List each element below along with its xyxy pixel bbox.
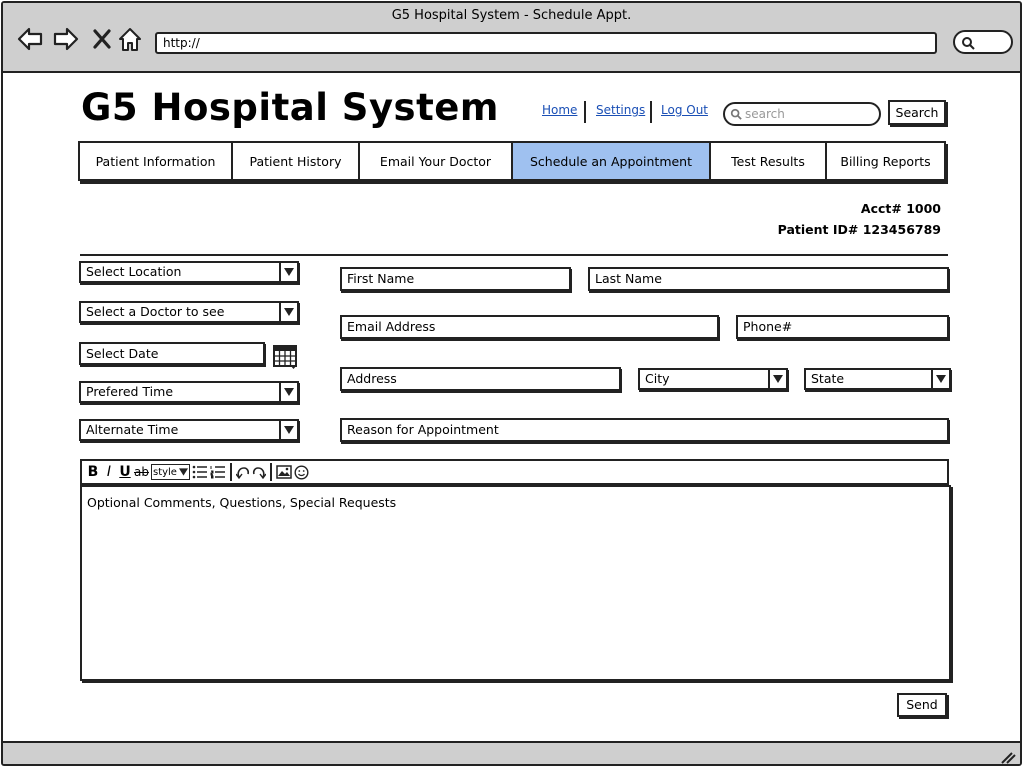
chevron-down-icon [279,383,297,401]
city-select-value: City [645,371,670,386]
search-icon [962,37,975,50]
bold-icon[interactable]: B [86,462,100,482]
tab-email-your-doctor[interactable]: Email Your Doctor [360,143,513,179]
city-select[interactable]: City [638,368,788,390]
email-field[interactable]: Email Address [340,315,719,339]
style-dropdown-label: style [152,466,177,478]
reason-field[interactable]: Reason for Appointment [340,418,949,442]
home-icon[interactable] [115,24,145,54]
location-select-value: Select Location [86,264,182,279]
tab-test-results[interactable]: Test Results [711,143,827,179]
editor-toolbar: B I U ab style [80,459,949,485]
home-link[interactable]: Home [542,103,577,117]
preferred-time-select[interactable]: Prefered Time [79,381,299,403]
preferred-time-value: Prefered Time [86,384,174,399]
resize-grip-icon[interactable] [1000,750,1016,764]
chevron-down-icon [279,263,297,281]
tab-billing-reports[interactable]: Billing Reports [827,143,944,179]
comments-editor[interactable]: Optional Comments, Questions, Special Re… [80,485,951,681]
forward-arrow-icon[interactable] [51,24,81,54]
browser-toolbar: G5 Hospital System - Schedule Appt. http… [3,3,1020,73]
stop-icon[interactable] [87,24,117,54]
window-title: G5 Hospital System - Schedule Appt. [391,8,632,23]
site-brand: G5 Hospital System [81,86,499,129]
main-tabs: Patient Information Patient History Emai… [78,141,946,181]
settings-link[interactable]: Settings [596,103,645,117]
search-icon [730,108,742,120]
doctor-select-value: Select a Doctor to see [86,304,225,319]
alternate-time-value: Alternate Time [86,422,179,437]
browser-window: G5 Hospital System - Schedule Appt. http… [1,1,1022,766]
first-name-field[interactable]: First Name [340,267,571,291]
tab-patient-history[interactable]: Patient History [233,143,360,179]
doctor-select[interactable]: Select a Doctor to see [79,301,299,323]
emoji-icon[interactable] [294,462,309,482]
toolbar-divider [229,463,232,481]
tab-schedule-appointment[interactable]: Schedule an Appointment [513,143,711,179]
address-field[interactable]: Address [340,367,621,391]
phone-field[interactable]: Phone# [736,315,949,339]
state-select-value: State [811,371,845,386]
chevron-down-icon [178,468,188,476]
toolbar-divider [269,463,272,481]
alternate-time-select[interactable]: Alternate Time [79,419,299,441]
image-icon[interactable] [276,462,292,482]
search-placeholder: search [745,107,785,121]
bullet-list-icon[interactable] [192,462,208,482]
last-name-field[interactable]: Last Name [588,267,949,291]
account-number: Acct# 1000 [860,201,941,216]
underline-icon[interactable]: U [118,462,132,482]
chevron-down-icon [279,421,297,439]
section-divider [80,254,948,256]
chevron-down-icon [279,303,297,321]
style-dropdown[interactable]: style [150,464,190,480]
date-field[interactable]: Select Date [79,342,265,365]
browser-statusbar [3,741,1020,764]
search-button[interactable]: Search [888,100,946,125]
calendar-icon[interactable] [273,343,299,369]
back-arrow-icon[interactable] [15,24,45,54]
link-divider [650,101,652,123]
chevron-down-icon [768,370,786,388]
comments-placeholder: Optional Comments, Questions, Special Re… [87,495,397,510]
state-select[interactable]: State [804,368,951,390]
send-button[interactable]: Send [897,693,947,717]
logout-link[interactable]: Log Out [661,103,708,117]
undo-icon[interactable] [235,462,250,482]
browser-search-field[interactable] [953,30,1013,54]
chevron-down-icon [931,370,949,388]
address-bar[interactable]: http:// [155,32,937,54]
strikethrough-icon[interactable]: ab [134,462,149,482]
site-search-input[interactable]: search [723,102,881,126]
numbered-list-icon[interactable] [210,462,226,482]
redo-icon[interactable] [252,462,266,482]
italic-icon[interactable]: I [102,462,116,482]
location-select[interactable]: Select Location [79,261,299,283]
tab-patient-information[interactable]: Patient Information [80,143,233,179]
link-divider [584,101,586,123]
patient-id: Patient ID# 123456789 [777,222,941,237]
